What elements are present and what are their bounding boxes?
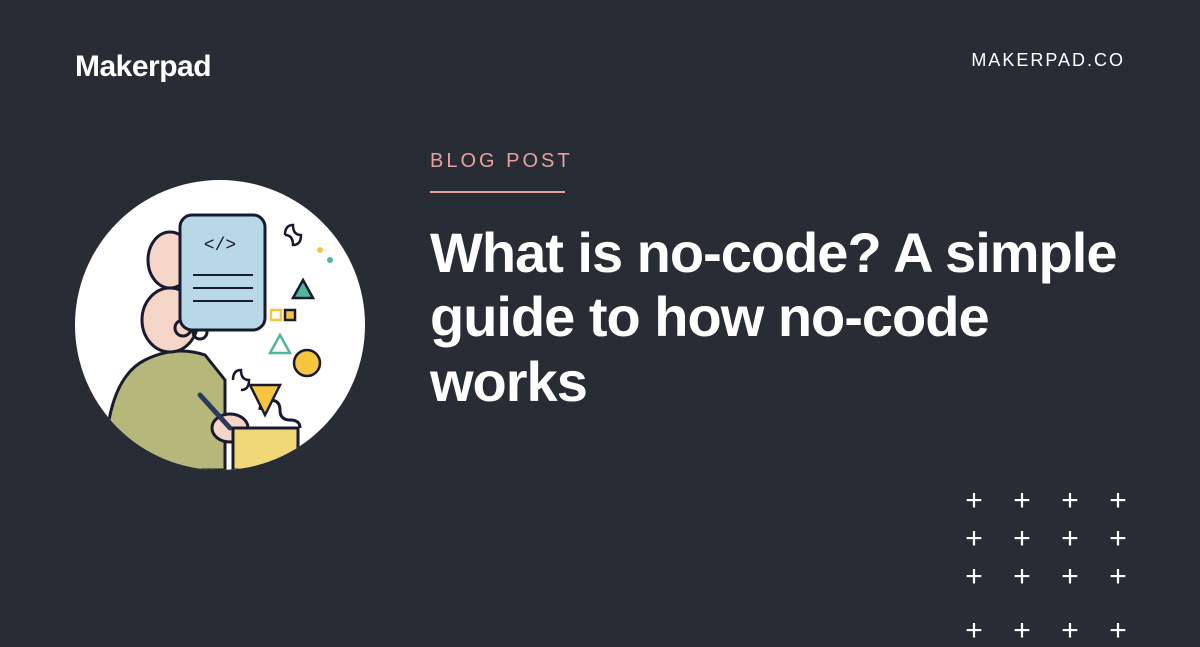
plus-icon: + [1058,486,1082,516]
logo: Makerpad [75,50,211,84]
post-title: What is no-code? A simple guide to how n… [430,221,1125,414]
plus-icon: + [1058,562,1082,592]
plus-icon: + [1010,616,1034,646]
plus-icon: + [1010,486,1034,516]
plus-icon: + [1010,562,1034,592]
header: Makerpad MAKERPAD.CO [75,50,1125,84]
plus-icon: + [1010,524,1034,554]
category-label: BLOG POST [430,150,1125,173]
plus-icon: + [1106,616,1130,646]
plus-icon: + [1106,562,1130,592]
category-underline [430,191,565,193]
plus-icon: + [962,524,986,554]
plus-icon: + [962,486,986,516]
svg-text:</>: </> [204,236,236,256]
plus-icon: + [1106,524,1130,554]
plus-icon: + [1058,616,1082,646]
plus-icon: + [1058,524,1082,554]
plus-icon: + [1106,486,1130,516]
plus-pattern: + + + + + + + + + + + + + + + + [962,486,1130,630]
plus-icon: + [962,562,986,592]
content-block: BLOG POST What is no-code? A simple guid… [430,150,1125,414]
domain-label: MAKERPAD.CO [971,50,1125,71]
illustration: </> [75,180,365,470]
plus-icon: + [962,616,986,646]
